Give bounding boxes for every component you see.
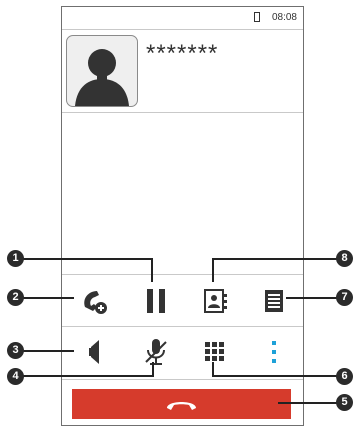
callout-badge-3: 3: [7, 342, 24, 359]
pause-icon: [147, 289, 165, 313]
call-controls-row-1: [62, 274, 303, 327]
callout-line-7: [286, 297, 342, 299]
caller-name: *******: [146, 40, 219, 67]
speaker-icon: [89, 340, 99, 364]
dialpad-icon: [205, 342, 224, 361]
mute-microphone-icon: [145, 339, 167, 365]
callout-line-6-rise: [212, 362, 214, 376]
contact-card: *******: [62, 30, 303, 113]
status-bar: 08:08: [62, 7, 303, 30]
callout-line-2: [16, 297, 74, 299]
notepad-icon: [265, 290, 283, 312]
mute-button[interactable]: [138, 334, 174, 370]
hold-button[interactable]: [138, 283, 174, 319]
add-call-icon: [84, 291, 107, 314]
speaker-button[interactable]: [77, 334, 113, 370]
callout-line-5: [278, 402, 342, 404]
callout-badge-6: 6: [336, 368, 353, 385]
callout-line-6: [212, 375, 342, 377]
callout-badge-4: 4: [7, 368, 24, 385]
callout-badge-8: 8: [336, 250, 353, 267]
person-silhouette-icon: [66, 35, 138, 107]
dialpad-button[interactable]: [197, 334, 233, 370]
contacts-icon: [204, 289, 227, 313]
callout-line-4: [16, 375, 154, 377]
callout-line-3: [16, 350, 74, 352]
more-vertical-icon: [272, 341, 276, 363]
callout-badge-2: 2: [7, 289, 24, 306]
callout-line-8: [212, 258, 342, 260]
end-call-button[interactable]: [72, 389, 291, 419]
notepad-button[interactable]: [256, 283, 292, 319]
callout-line-8-drop: [212, 258, 214, 282]
phone-screen: 08:08 *******: [61, 6, 304, 426]
callout-line-1: [16, 258, 152, 260]
status-time: 08:08: [271, 12, 297, 23]
end-call-icon: [167, 402, 196, 410]
callout-line-4-rise: [152, 362, 154, 376]
callout-line-1-drop: [151, 258, 153, 282]
more-button[interactable]: [256, 334, 292, 370]
callout-badge-7: 7: [336, 289, 353, 306]
callout-badge-1: 1: [7, 250, 24, 267]
callout-badge-5: 5: [336, 394, 353, 411]
contacts-button[interactable]: [197, 283, 233, 319]
call-controls-row-2: [62, 325, 303, 380]
add-call-button[interactable]: [77, 283, 113, 319]
battery-icon: [254, 12, 260, 22]
